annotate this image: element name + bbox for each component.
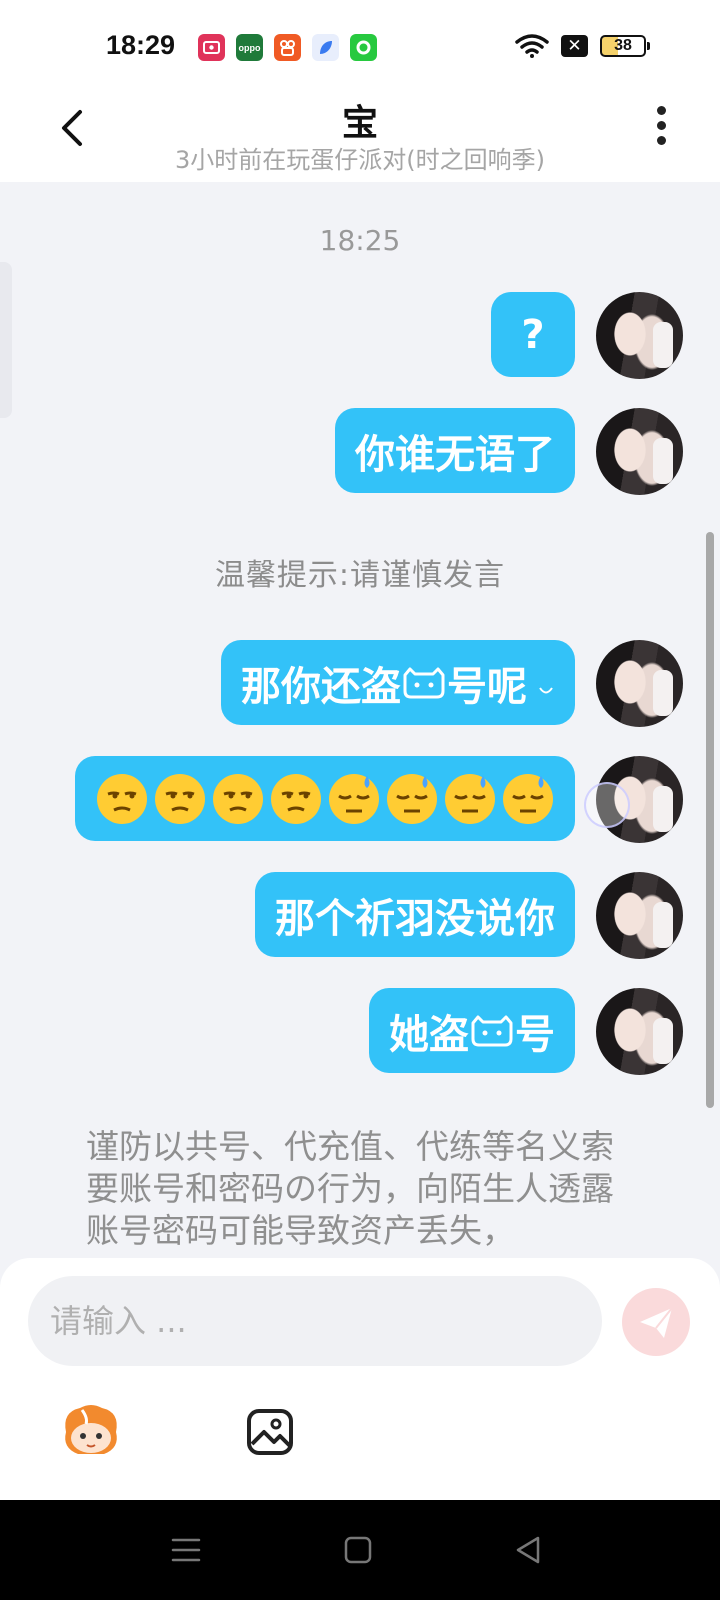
avatar[interactable] (596, 292, 683, 379)
message-bubble[interactable]: 那个祈羽没说你 (255, 872, 575, 957)
kuaishou-icon (274, 34, 301, 61)
oppo-icon: oppo (236, 34, 263, 61)
message-bubble-emojis[interactable] (75, 756, 575, 841)
message-text: 你谁无语了 (355, 431, 555, 478)
status-app-icons: oppo (198, 34, 377, 61)
avatar[interactable] (596, 872, 683, 959)
battery-indicator: 38 (600, 35, 650, 57)
message-text: 那个祈羽没说你 (275, 895, 555, 942)
message-text: ? (521, 311, 545, 358)
system-nav-bar (0, 1500, 720, 1600)
scrollbar[interactable] (706, 532, 714, 1108)
cat-face-icon (403, 667, 445, 698)
security-warning: 谨防以共号、代充值、代练等名义索要账号和密码の行为，向陌生人透露账号密码可能导致… (86, 1127, 614, 1250)
unamused-face-emoji (97, 773, 147, 824)
avatar[interactable] (596, 988, 683, 1075)
eggy-sticker-button[interactable] (58, 1402, 124, 1458)
image-picker-button[interactable] (246, 1408, 294, 1456)
message-timestamp: 18:25 (319, 224, 401, 257)
droplet-icon (539, 686, 553, 693)
more-dot-icon (656, 106, 666, 115)
home-button[interactable] (342, 1534, 374, 1566)
status-bar: 18:29 oppo ✕ 38 (0, 0, 720, 92)
downcast-sweat-face-emoji (503, 773, 553, 824)
more-dot-icon (656, 136, 666, 145)
recent-apps-button[interactable] (170, 1534, 202, 1566)
message-bubble[interactable]: 她盗 号 (369, 988, 575, 1073)
message-text: 号 (515, 1011, 555, 1058)
chat-header: 宝 3小时前在玩蛋仔派对(时之回响季) (0, 92, 720, 182)
image-icon (247, 1409, 293, 1455)
message-text: 那你还盗 (241, 663, 401, 710)
cat-face-icon (471, 1015, 513, 1046)
side-drawer-handle[interactable] (0, 262, 12, 418)
menu-lines-icon (171, 1538, 201, 1562)
input-panel (0, 1258, 720, 1500)
unamused-face-emoji (213, 773, 263, 824)
screen-recorder-icon (198, 34, 225, 61)
safety-tip: 温馨提示:请谨慎发言 (214, 558, 506, 593)
message-text: 号呢 (447, 663, 527, 710)
back-nav-button[interactable] (512, 1534, 544, 1566)
downcast-sweat-face-emoji (445, 773, 495, 824)
message-bubble[interactable]: ? (491, 292, 575, 377)
downcast-sweat-face-emoji (329, 773, 379, 824)
message-text: 她盗 (389, 1011, 469, 1058)
contact-status: 3小时前在玩蛋仔派对(时之回响季) (175, 146, 545, 174)
feather-app-icon (312, 34, 339, 61)
touch-ripple (584, 782, 630, 828)
green-ring-app-icon (350, 34, 377, 61)
send-button[interactable] (622, 1288, 690, 1356)
message-bubble[interactable]: 那你还盗 号呢 (221, 640, 575, 725)
more-dot-icon (656, 121, 666, 130)
message-input[interactable] (28, 1276, 602, 1366)
avatar[interactable] (596, 408, 683, 495)
eggy-mascot-icon (65, 1405, 117, 1454)
avatar[interactable] (596, 640, 683, 727)
square-icon (344, 1536, 372, 1564)
contact-name: 宝 (341, 103, 378, 144)
unamused-face-emoji (271, 773, 321, 824)
triangle-back-icon (516, 1536, 540, 1564)
status-time: 18:29 (106, 30, 176, 60)
downcast-sweat-face-emoji (387, 773, 437, 824)
status-right: ✕ 38 (515, 34, 650, 58)
message-bubble[interactable]: 你谁无语了 (335, 408, 575, 493)
no-sim-icon: ✕ (561, 35, 588, 57)
unamused-face-emoji (155, 773, 205, 824)
more-options-button[interactable] (650, 106, 672, 150)
send-icon (640, 1307, 673, 1338)
wifi-icon (515, 34, 549, 58)
